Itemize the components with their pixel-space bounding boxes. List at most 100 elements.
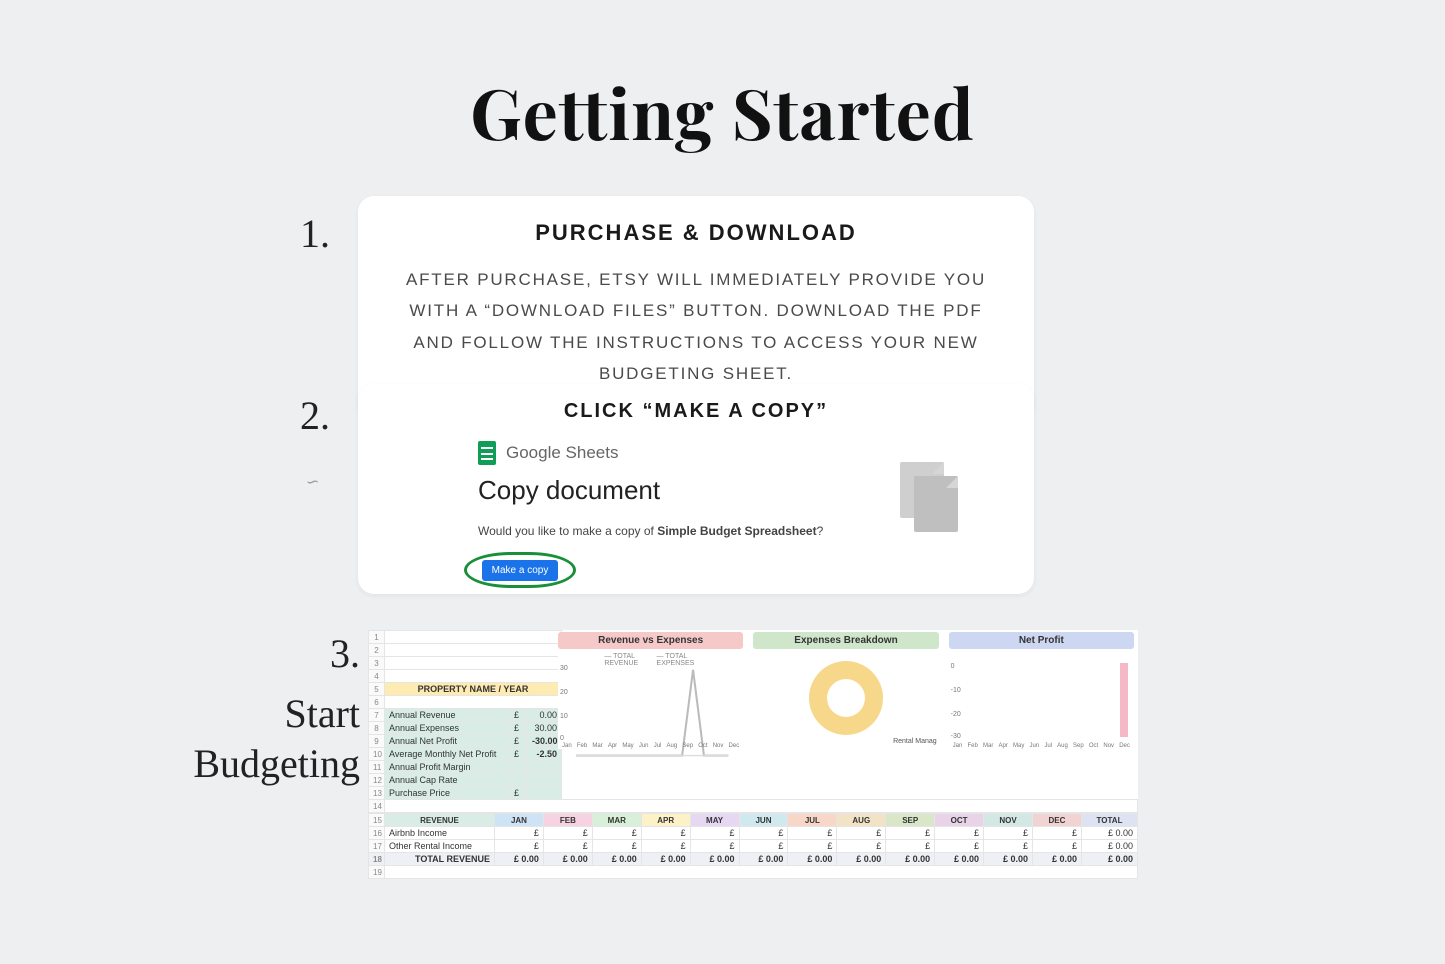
axis-tick: Feb — [577, 743, 587, 749]
axis-tick: May — [622, 743, 633, 749]
axis-tick: Dec — [1119, 743, 1130, 749]
revenue-cell: £ — [690, 840, 739, 853]
google-sheets-label: Google Sheets — [506, 443, 618, 463]
step-1-number: 1. — [290, 210, 330, 257]
revenue-row-label: Airbnb Income — [385, 827, 495, 840]
chart-revenue-vs-expenses: Revenue vs Expenses — TOTAL REVENUE — TO… — [558, 632, 743, 749]
chart-net-title: Net Profit — [949, 632, 1134, 649]
month-header: TOTAL — [1082, 814, 1138, 827]
axis-tick: Aug — [667, 743, 678, 749]
axis-tick: Jun — [639, 743, 649, 749]
chart-expenses-breakdown: Expenses Breakdown Rental Manag — [753, 632, 938, 749]
axis-tick: Jun — [1030, 743, 1040, 749]
month-header: MAR — [592, 814, 641, 827]
revenue-cell: £ — [739, 827, 788, 840]
metric-label: Annual Net Profit — [385, 735, 510, 748]
metric-currency: £ — [510, 735, 528, 748]
revenue-cell: £ — [592, 840, 641, 853]
make-a-copy-highlight: Make a copy — [464, 552, 576, 588]
copy-q-pre: Would you like to make a copy of — [478, 524, 657, 538]
axis-tick: Oct — [698, 743, 707, 749]
axis-tick: Jul — [1044, 743, 1052, 749]
axis-tick: Jan — [953, 743, 963, 749]
revenue-cell: £ — [935, 840, 984, 853]
total-revenue-cell: £ 0.00 — [935, 853, 984, 866]
copy-q-post: ? — [817, 524, 824, 538]
axis-tick: Mar — [592, 743, 602, 749]
axis-tick: Oct — [1089, 743, 1098, 749]
make-a-copy-button[interactable]: Make a copy — [482, 560, 559, 581]
spreadsheet-preview: Revenue vs Expenses — TOTAL REVENUE — TO… — [368, 630, 1138, 879]
metric-label: Annual Expenses — [385, 722, 510, 735]
charts-row: Revenue vs Expenses — TOTAL REVENUE — TO… — [558, 632, 1134, 749]
metric-currency — [510, 774, 528, 787]
metric-label: Annual Cap Rate — [385, 774, 510, 787]
total-revenue-cell: £ 0.00 — [837, 853, 886, 866]
axis-tick: Nov — [1103, 743, 1114, 749]
month-header: NOV — [984, 814, 1033, 827]
total-revenue-cell: £ 0.00 — [788, 853, 837, 866]
donut-label: Rental Manag — [893, 738, 937, 745]
revenue-cell: £ — [543, 840, 592, 853]
total-revenue-cell: £ 0.00 — [592, 853, 641, 866]
metric-currency: £ — [510, 748, 528, 761]
month-header: JAN — [495, 814, 544, 827]
axis-tick: Jan — [562, 743, 572, 749]
revenue-cell: £ — [984, 840, 1033, 853]
total-revenue-cell: £ 0.00 — [886, 853, 935, 866]
metric-value: -2.50 — [528, 748, 562, 761]
month-header: FEB — [543, 814, 592, 827]
chart-exp-title: Expenses Breakdown — [753, 632, 938, 649]
month-header: AUG — [837, 814, 886, 827]
axis-tick: Apr — [608, 743, 617, 749]
total-revenue-cell: £ 0.00 — [543, 853, 592, 866]
total-revenue-cell: £ 0.00 — [641, 853, 690, 866]
revenue-cell: £ — [788, 827, 837, 840]
revenue-cell: £ — [837, 840, 886, 853]
copy-q-name: Simple Budget Spreadsheet — [657, 524, 816, 538]
metric-currency — [510, 761, 528, 774]
axis-tick: Jul — [654, 743, 662, 749]
month-header: JUN — [739, 814, 788, 827]
step-3-caption-l1: Start — [160, 689, 360, 739]
step-2-card: CLICK “MAKE A COPY” Google Sheets Copy d… — [358, 384, 1034, 594]
metric-value — [528, 761, 562, 774]
step-2: 2. CLICK “MAKE A COPY” Google Sheets Cop… — [290, 384, 1034, 594]
metric-value: 0.00 — [528, 709, 562, 722]
axis-tick: Sep — [682, 743, 693, 749]
axis-tick: Aug — [1057, 743, 1068, 749]
axis-tick: Nov — [713, 743, 724, 749]
total-revenue-cell: £ 0.00 — [690, 853, 739, 866]
axis-tick: Apr — [999, 743, 1008, 749]
revenue-cell: £ — [739, 840, 788, 853]
metric-value — [528, 774, 562, 787]
step-1-body: AFTER PURCHASE, ETSY WILL IMMEDIATELY PR… — [388, 264, 1004, 390]
revenue-cell: £ — [543, 827, 592, 840]
revenue-cell: £ — [886, 827, 935, 840]
revenue-cell: £ — [690, 827, 739, 840]
revenue-cell: £ — [641, 840, 690, 853]
month-header: SEP — [886, 814, 935, 827]
axis-tick: Feb — [968, 743, 978, 749]
metric-label: Annual Profit Margin — [385, 761, 510, 774]
revenue-cell: £ — [641, 827, 690, 840]
revenue-row-total: £ 0.00 — [1082, 827, 1138, 840]
revenue-cell: £ — [495, 840, 544, 853]
total-revenue-cell: £ 0.00 — [984, 853, 1033, 866]
metric-value: 30.00 — [528, 722, 562, 735]
total-revenue-label: TOTAL REVENUE — [385, 853, 495, 866]
metric-label: Purchase Price — [385, 787, 510, 800]
metric-value — [528, 787, 562, 800]
revenue-row-label: Other Rental Income — [385, 840, 495, 853]
month-header: OCT — [935, 814, 984, 827]
document-stack-icon — [900, 462, 964, 532]
chart-rev-exp-title: Revenue vs Expenses — [558, 632, 743, 649]
axis-tick: Mar — [983, 743, 993, 749]
month-header: MAY — [690, 814, 739, 827]
month-header: JUL — [788, 814, 837, 827]
revenue-cell: £ — [935, 827, 984, 840]
revenue-cell: £ — [984, 827, 1033, 840]
axis-tick: Dec — [729, 743, 740, 749]
revenue-cell: £ — [1032, 840, 1081, 853]
metric-currency: £ — [510, 709, 528, 722]
